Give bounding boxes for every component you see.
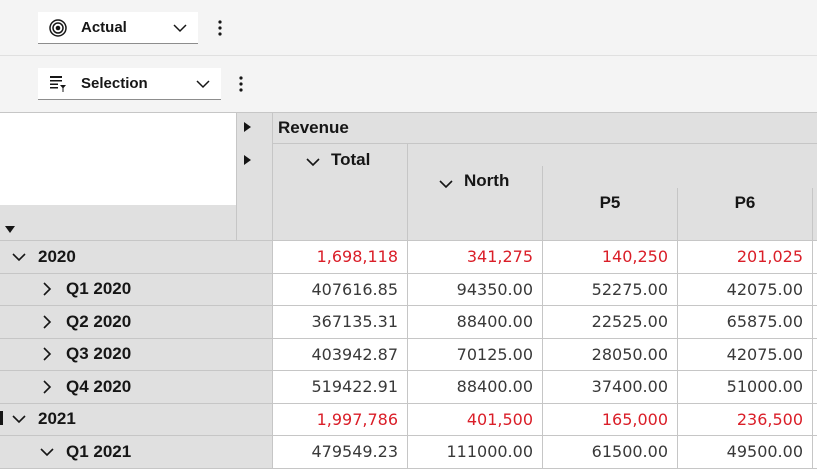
data-cell-edge <box>813 241 817 274</box>
row-axis-header <box>0 205 236 241</box>
selection-dropdown[interactable]: Selection <box>38 68 221 100</box>
chevron-down-icon[interactable] <box>11 411 27 427</box>
row-header-label: 2020 <box>38 246 76 266</box>
header-spacer <box>543 166 817 188</box>
chevron-down-icon[interactable] <box>39 444 55 460</box>
data-cell[interactable]: 111000.00 <box>408 436 543 469</box>
column-header-north-label: North <box>464 171 510 190</box>
column-header-total-label: Total <box>331 150 371 169</box>
row-header[interactable]: 2021 <box>0 403 273 436</box>
chevron-right-icon[interactable] <box>39 281 55 297</box>
data-cell[interactable]: 479549.23 <box>273 436 408 469</box>
selection-dropdown-label: Selection <box>81 75 148 92</box>
header-spacer <box>408 144 817 166</box>
data-cell[interactable]: 165,000 <box>543 403 678 436</box>
more-options-icon[interactable] <box>233 72 249 96</box>
column-header-north[interactable]: North <box>408 166 543 241</box>
row-header[interactable]: Q3 2020 <box>0 338 273 371</box>
target-icon <box>48 18 68 38</box>
data-cell-edge <box>813 436 817 469</box>
data-cell[interactable]: 51000.00 <box>678 371 813 404</box>
data-cell[interactable]: 1,698,118 <box>273 241 408 274</box>
data-cell[interactable]: 236,500 <box>678 403 813 436</box>
pivot-grid: Revenue Total North P5 P6 2020 1,698,118 3… <box>0 113 817 469</box>
data-cell[interactable]: 49500.00 <box>678 436 813 469</box>
data-cell[interactable]: 88400.00 <box>408 306 543 339</box>
row-header[interactable]: Q1 2021 <box>0 436 273 469</box>
row-header[interactable]: 2020 <box>0 241 273 274</box>
data-cell-edge <box>813 371 817 404</box>
data-cell-edge <box>813 273 817 306</box>
data-cell[interactable]: 61500.00 <box>543 436 678 469</box>
row-header[interactable]: Q2 2020 <box>0 306 273 339</box>
column-header-p6[interactable]: P6 <box>678 188 813 241</box>
measure-header-label: Revenue <box>278 118 349 137</box>
column-header-total[interactable]: Total <box>273 144 408 241</box>
data-cell[interactable]: 94350.00 <box>408 273 543 306</box>
more-options-icon[interactable] <box>212 16 228 40</box>
data-cell[interactable]: 42075.00 <box>678 338 813 371</box>
chevron-down-icon[interactable] <box>11 249 27 265</box>
data-cell[interactable]: 52275.00 <box>543 273 678 306</box>
data-cell[interactable]: 42075.00 <box>678 273 813 306</box>
column-header-p5[interactable]: P5 <box>543 188 678 241</box>
collapse-triangle-icon[interactable] <box>5 219 15 239</box>
selection-list-icon <box>48 74 68 94</box>
chevron-right-icon[interactable] <box>39 314 55 330</box>
column-header-p5-label: P5 <box>599 193 621 212</box>
chevron-down-icon <box>195 76 211 92</box>
data-cell[interactable]: 201,025 <box>678 241 813 274</box>
expand-triangle-icon[interactable] <box>244 150 252 170</box>
data-cell[interactable]: 37400.00 <box>543 371 678 404</box>
data-cell[interactable]: 519422.91 <box>273 371 408 404</box>
column-axis-toggles <box>236 113 273 241</box>
column-header-p6-label: P6 <box>734 193 756 212</box>
row-header[interactable]: Q4 2020 <box>0 371 273 404</box>
row-selection-marker <box>0 411 3 425</box>
data-cell[interactable]: 367135.31 <box>273 306 408 339</box>
data-cell-edge <box>813 403 817 436</box>
data-cell[interactable]: 22525.00 <box>543 306 678 339</box>
chevron-down-icon[interactable] <box>306 154 320 174</box>
version-dropdown[interactable]: Actual <box>38 12 198 44</box>
data-cell[interactable]: 65875.00 <box>678 306 813 339</box>
row-header-label: Q3 2020 <box>66 344 132 364</box>
data-cell[interactable]: 88400.00 <box>408 371 543 404</box>
data-cell[interactable]: 140,250 <box>543 241 678 274</box>
row-header-label: Q1 2021 <box>66 441 132 461</box>
measure-header: Revenue <box>273 113 817 144</box>
expand-triangle-icon[interactable] <box>244 117 252 137</box>
data-cell-edge <box>813 306 817 339</box>
row-header-label: Q4 2020 <box>66 376 132 396</box>
data-cell[interactable]: 403942.87 <box>273 338 408 371</box>
toolbar-primary: Actual <box>0 0 817 56</box>
chevron-right-icon[interactable] <box>39 346 55 362</box>
data-cell[interactable]: 1,997,786 <box>273 403 408 436</box>
chevron-down-icon <box>172 20 188 36</box>
row-header-label: Q1 2020 <box>66 279 132 299</box>
data-cell-edge <box>813 338 817 371</box>
chevron-right-icon[interactable] <box>39 379 55 395</box>
data-cell[interactable]: 28050.00 <box>543 338 678 371</box>
row-header-label: 2021 <box>38 409 76 429</box>
grid-corner <box>0 113 236 205</box>
row-header[interactable]: Q1 2020 <box>0 273 273 306</box>
data-cell[interactable]: 341,275 <box>408 241 543 274</box>
data-cell[interactable]: 407616.85 <box>273 273 408 306</box>
toolbar-secondary: Selection <box>0 56 817 113</box>
chevron-down-icon[interactable] <box>439 176 453 196</box>
header-spacer <box>813 188 817 241</box>
version-dropdown-label: Actual <box>81 19 127 36</box>
data-cell[interactable]: 70125.00 <box>408 338 543 371</box>
data-cell[interactable]: 401,500 <box>408 403 543 436</box>
row-header-label: Q2 2020 <box>66 311 132 331</box>
